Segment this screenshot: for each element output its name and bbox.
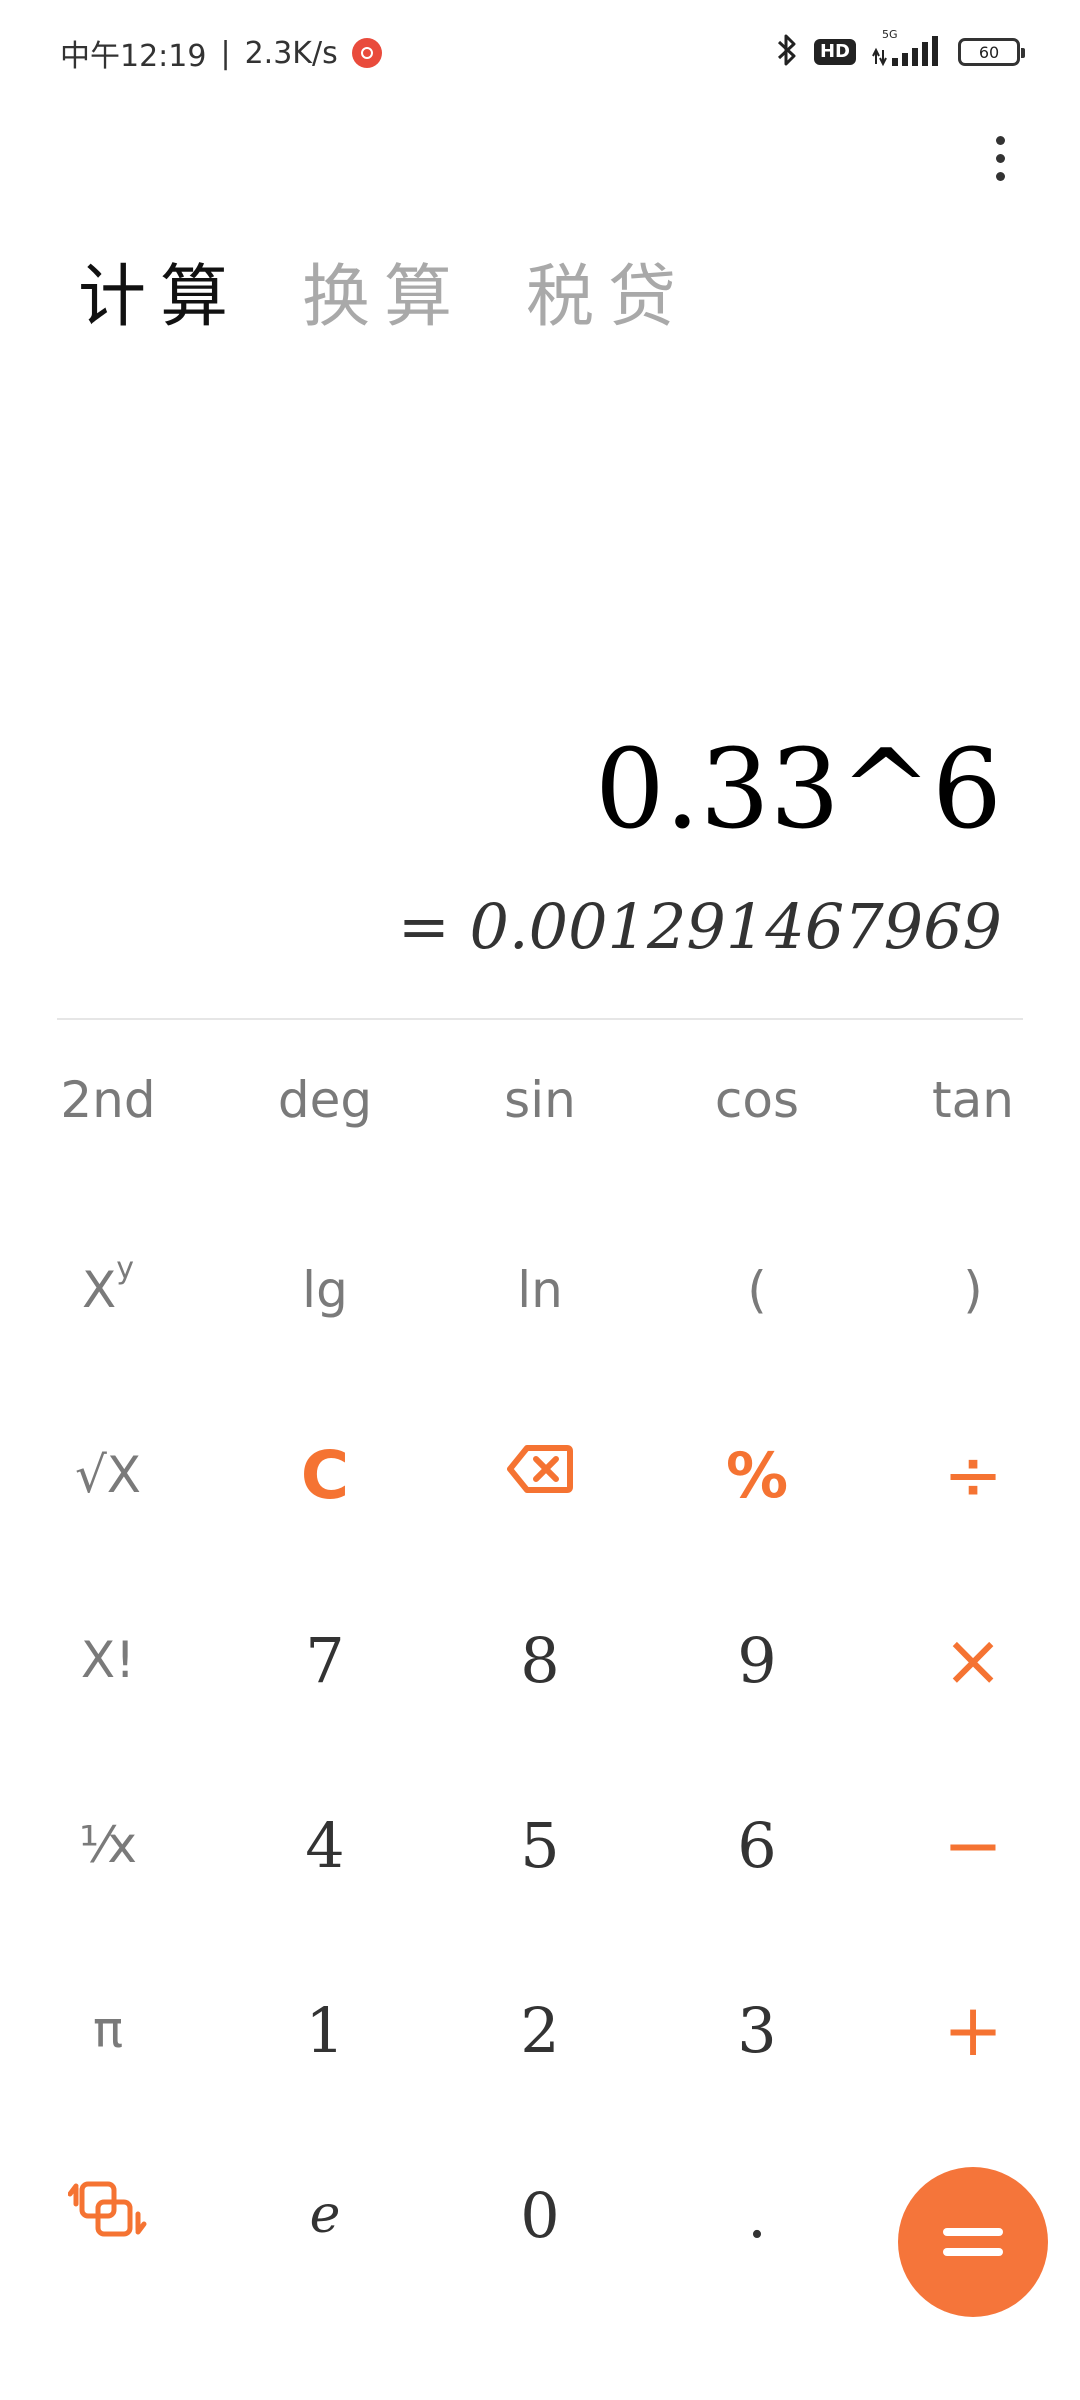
key-close-paren[interactable]: ): [878, 1220, 1068, 1360]
backspace-icon: [507, 1444, 573, 1506]
battery-level: 60: [978, 42, 1000, 62]
key-7[interactable]: 7: [230, 1590, 420, 1730]
key-ln[interactable]: ln: [445, 1220, 635, 1360]
key-9[interactable]: 9: [662, 1590, 852, 1730]
more-dot-icon: [995, 135, 1005, 145]
key-open-paren[interactable]: (: [662, 1220, 852, 1360]
battery-icon: 60: [958, 38, 1025, 66]
bluetooth-icon: [776, 32, 798, 72]
equals-icon: [943, 2222, 1003, 2262]
key-lg[interactable]: lg: [230, 1220, 420, 1360]
key-divide[interactable]: ÷: [878, 1405, 1068, 1545]
key-factorial[interactable]: X!: [13, 1590, 203, 1730]
result-display: = 0.001291467969: [397, 890, 1002, 963]
status-right: HD 5G 60: [776, 28, 1025, 74]
status-separator: |: [220, 35, 231, 71]
tab-calculate[interactable]: 计算: [78, 241, 242, 340]
key-sin[interactable]: sin: [445, 1030, 635, 1170]
expression-display: 0.33^6: [594, 725, 1002, 853]
key-plus[interactable]: +: [878, 1960, 1068, 2100]
key-dot[interactable]: .: [662, 2145, 852, 2285]
key-multiply[interactable]: ×: [878, 1590, 1068, 1730]
tab-convert[interactable]: 换算: [302, 241, 466, 340]
key-2nd[interactable]: 2nd: [13, 1030, 203, 1170]
key-2[interactable]: 2: [445, 1960, 635, 2100]
notification-app-icon: [351, 38, 382, 68]
key-power[interactable]: Xy: [13, 1220, 203, 1360]
key-backspace[interactable]: [445, 1405, 635, 1545]
display-divider: [57, 1018, 1023, 1020]
status-time: 中午12:19: [60, 39, 207, 74]
mode-tabs: 计算 换算 税贷: [78, 240, 690, 340]
key-deg[interactable]: deg: [230, 1030, 420, 1170]
key-tan[interactable]: tan: [878, 1030, 1068, 1170]
key-3[interactable]: 3: [662, 1960, 852, 2100]
more-dot-icon: [995, 153, 1005, 163]
status-left: 中午12:19 | 2.3K/s: [60, 28, 382, 78]
equals-button[interactable]: [898, 2167, 1048, 2317]
key-e[interactable]: e: [230, 2145, 420, 2285]
switch-mode-icon: [67, 2174, 148, 2256]
key-cos[interactable]: cos: [662, 1030, 852, 1170]
signal-icon: 5G: [872, 28, 942, 68]
more-options-button[interactable]: [970, 128, 1030, 188]
key-1[interactable]: 1: [230, 1960, 420, 2100]
tab-tax-loan[interactable]: 税贷: [526, 241, 690, 340]
key-switch-mode[interactable]: [13, 2145, 203, 2285]
key-0[interactable]: 0: [445, 2145, 635, 2285]
key-4[interactable]: 4: [230, 1775, 420, 1915]
key-minus[interactable]: −: [878, 1775, 1068, 1915]
key-5[interactable]: 5: [445, 1775, 635, 1915]
key-8[interactable]: 8: [445, 1590, 635, 1730]
power-base: X: [81, 1261, 117, 1319]
network-type-label: 5G: [882, 28, 898, 41]
key-sqrt[interactable]: √X: [13, 1405, 203, 1545]
status-bar: 中午12:19 | 2.3K/s HD 5G 60: [0, 0, 1080, 100]
hd-icon: HD: [813, 39, 856, 65]
key-percent[interactable]: %: [662, 1405, 852, 1545]
key-6[interactable]: 6: [662, 1775, 852, 1915]
more-dot-icon: [995, 171, 1005, 181]
key-clear[interactable]: C: [230, 1405, 420, 1545]
status-net-speed: 2.3K/s: [244, 35, 338, 71]
key-pi[interactable]: π: [13, 1960, 203, 2100]
power-exponent: y: [116, 1250, 135, 1286]
key-reciprocal[interactable]: ⅟x: [13, 1775, 203, 1915]
